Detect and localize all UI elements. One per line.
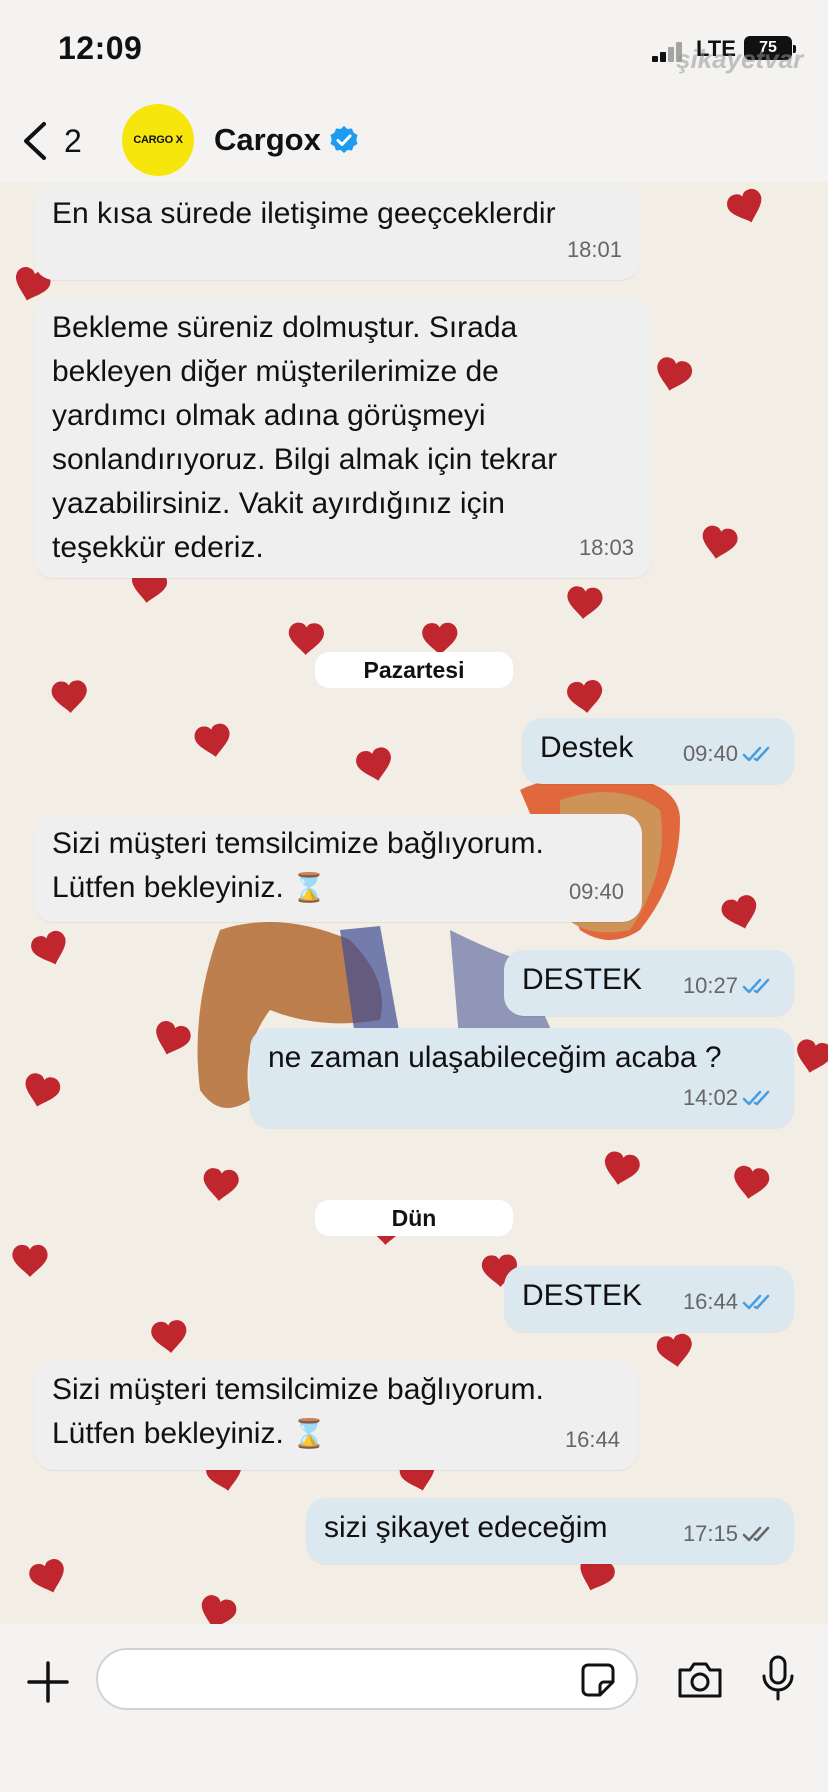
message-meta: 14:02 — [683, 1076, 776, 1120]
message-bubble-outgoing[interactable]: ne zaman ulaşabileceğim acaba ? 14:02 — [250, 1028, 794, 1128]
read-receipt-icon — [742, 746, 770, 762]
message-text-row: Lütfen bekleyiniz. ⌛ — [52, 1412, 620, 1456]
message-time: 18:03 — [578, 535, 634, 560]
unread-count: 2 — [64, 122, 82, 159]
message-bubble-outgoing[interactable]: sizi şikayet edeceğim 17:15 — [306, 1498, 794, 1564]
chevron-left-icon — [24, 122, 46, 160]
day-separator: Pazartesi — [315, 652, 513, 688]
message-text-row: Lütfen bekleyiniz. ⌛ — [52, 866, 624, 910]
message-time: 14:02 — [682, 1085, 738, 1110]
contact-name-text: Cargox — [214, 122, 321, 157]
message-meta: 09:40 — [569, 870, 624, 914]
message-time: 17:15 — [682, 1521, 738, 1546]
message-time: 09:40 — [568, 879, 624, 904]
message-time: 16:44 — [564, 1427, 620, 1452]
message-text: Lütfen bekleyiniz. — [52, 871, 284, 904]
message-bubble-incoming[interactable]: Sizi müşteri temsilcimize bağlıyorum. Lü… — [34, 1360, 638, 1470]
message-time: 18:01 — [566, 237, 622, 262]
message-text: Sizi müşteri temsilcimize bağlıyorum. — [52, 827, 544, 860]
message-bubble-outgoing[interactable]: DESTEK 10:27 — [504, 950, 794, 1016]
message-meta: 17:15 — [683, 1512, 776, 1556]
day-separator: Dün — [315, 1200, 513, 1236]
avatar-logo: CARGO X — [133, 134, 183, 146]
sticker-icon[interactable] — [580, 1662, 616, 1698]
chat-header: 2 CARGO X Cargox — [0, 100, 828, 182]
read-receipt-icon — [742, 1090, 770, 1106]
message-time: 16:44 — [682, 1289, 738, 1314]
message-meta: 16:44 — [683, 1280, 776, 1324]
message-meta: 09:40 — [683, 732, 776, 776]
back-button[interactable]: 2 — [20, 114, 100, 168]
message-meta: 18:01 — [567, 228, 622, 272]
message-time: 09:40 — [682, 741, 738, 766]
message-text: Bekleme süreniz dolmuştur. Sırada bekley… — [52, 311, 558, 564]
message-meta: 16:44 — [565, 1418, 620, 1462]
composer-bar — [0, 1624, 828, 1792]
watermark: şikayetvar — [676, 44, 804, 74]
message-bubble-incoming[interactable]: Sizi müşteri temsilcimize bağlıyorum. Lü… — [34, 814, 642, 922]
delivered-receipt-icon — [742, 1526, 770, 1542]
read-receipt-icon — [742, 1294, 770, 1310]
message-bubble-outgoing[interactable]: Destek 09:40 — [522, 718, 794, 784]
message-meta: 10:27 — [683, 964, 776, 1008]
message-meta: 18:03 — [579, 526, 634, 570]
hourglass-icon: ⌛ — [283, 1418, 327, 1449]
message-time: 10:27 — [682, 973, 738, 998]
message-bubble-incoming[interactable]: En kısa sürede iletişime geeçceklerdir 1… — [34, 184, 640, 280]
message-text: Lütfen bekleyiniz. — [52, 1417, 284, 1450]
microphone-icon[interactable] — [760, 1654, 796, 1702]
status-time: 12:09 — [58, 30, 143, 66]
hourglass-icon: ⌛ — [283, 872, 327, 903]
read-receipt-icon — [742, 978, 770, 994]
plus-icon[interactable] — [26, 1660, 70, 1704]
message-text: Sizi müşteri temsilcimize bağlıyorum. — [52, 1373, 544, 1406]
message-input[interactable] — [96, 1648, 638, 1710]
message-bubble-incoming[interactable]: Bekleme süreniz dolmuştur. Sırada bekley… — [34, 298, 652, 578]
message-bubble-outgoing[interactable]: DESTEK 16:44 — [504, 1266, 794, 1332]
message-text: ne zaman ulaşabileceğim acaba ? — [268, 1041, 722, 1074]
message-text: En kısa sürede iletişime geeçceklerdir — [52, 197, 556, 230]
contact-name[interactable]: Cargox — [214, 122, 359, 158]
status-bar: 12:09 LTE 75 şikayetvar — [0, 0, 828, 100]
verified-badge-icon — [330, 126, 358, 153]
avatar[interactable]: CARGO X — [122, 104, 194, 176]
camera-icon[interactable] — [676, 1658, 724, 1702]
